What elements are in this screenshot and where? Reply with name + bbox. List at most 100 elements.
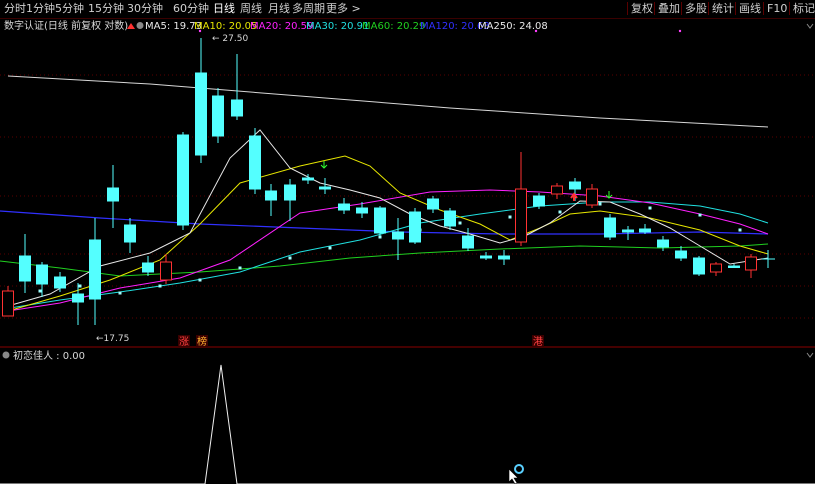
toolbar-button-3[interactable]: 统计	[711, 2, 735, 16]
toolbar-button-0[interactable]: 复权	[630, 2, 654, 16]
candle	[515, 152, 527, 246]
candle	[728, 264, 740, 268]
ma-legend-3: MA30: 20.91	[306, 21, 369, 32]
settings-icon[interactable]	[136, 22, 144, 29]
loading-spinner-icon	[514, 464, 524, 474]
ma30-marker	[458, 221, 462, 225]
indicator-title: 数字认证(日线 前复权 对数)	[4, 19, 128, 32]
timeframe-tab-4[interactable]: 30分钟	[127, 2, 163, 16]
event-dot	[198, 29, 202, 33]
candle	[392, 218, 404, 260]
candle	[124, 218, 136, 253]
timeframe-tab-1[interactable]: 1分钟	[26, 2, 55, 16]
timeframe-tab-2[interactable]: 5分钟	[55, 2, 84, 16]
candle	[462, 228, 474, 251]
candle	[745, 254, 757, 278]
ma20-line	[7, 189, 769, 312]
toolbar-button-2[interactable]: 多股	[684, 2, 708, 16]
timeframe-tab-7[interactable]: 周线	[240, 2, 262, 16]
toolbar-button-6[interactable]: 标记	[792, 2, 815, 16]
timeframe-tab-3[interactable]: 15分钟	[88, 2, 124, 16]
toolbar-separator	[627, 2, 628, 15]
candle	[36, 262, 48, 297]
toolbar-separator	[708, 2, 709, 15]
candle	[54, 272, 66, 292]
candle	[710, 262, 722, 276]
ma250-line	[7, 75, 769, 128]
candle	[195, 38, 207, 163]
toolbar-separator	[789, 2, 790, 15]
candle	[444, 208, 456, 230]
candle	[480, 252, 492, 260]
event-badge-label: 涨	[179, 336, 189, 348]
ma60-line	[0, 243, 769, 277]
candle	[319, 178, 331, 194]
toolbar-separator	[735, 2, 736, 15]
settings-icon[interactable]	[2, 351, 10, 359]
candle	[675, 246, 687, 261]
indicator-line	[0, 364, 815, 484]
candle	[249, 128, 261, 194]
timeframe-tab-6[interactable]: 日线	[213, 2, 235, 16]
candle	[231, 54, 243, 120]
toolbar-button-5[interactable]: F10	[766, 2, 788, 16]
indicator-legend: 初恋佳人 : 0.00	[13, 349, 85, 362]
toolbar-button-1[interactable]: 叠加	[657, 2, 681, 16]
candle	[374, 206, 386, 236]
candle	[19, 234, 31, 293]
candle	[142, 256, 154, 276]
candle	[338, 198, 350, 214]
event-badge-label: 榜	[197, 335, 207, 348]
ma30-marker	[118, 291, 122, 295]
chart-toolbar: 分时 1分钟 5分钟 15分钟 30分钟 60分钟 日线 周线 月线 多周期 更多 > 复权 叠加 多股统…	[0, 0, 815, 19]
candle	[657, 236, 669, 251]
ma5-line	[7, 129, 769, 307]
candle	[2, 286, 14, 317]
ma30-marker	[598, 202, 602, 206]
candle	[639, 224, 651, 234]
ma30-marker	[38, 289, 42, 293]
toolbar-separator	[681, 2, 682, 15]
candle	[604, 214, 616, 240]
candle	[265, 184, 277, 216]
ma30-marker	[648, 206, 652, 210]
ma30-marker	[238, 266, 242, 270]
ma-legend-2: MA20: 20.59	[250, 21, 313, 32]
candle	[498, 250, 510, 265]
timeframe-tab-8[interactable]: 月线	[268, 2, 290, 16]
ma30-marker	[288, 256, 292, 260]
arrow-up-icon	[570, 192, 578, 201]
event-badge-label: 港	[533, 336, 543, 348]
timeframe-tab-10[interactable]: 更多 >	[326, 2, 361, 16]
ma30-marker	[158, 284, 162, 288]
event-dot	[534, 29, 538, 33]
ma30-marker	[508, 215, 512, 219]
indicator-subchart[interactable]: 初恋佳人 : 0.00	[0, 348, 815, 484]
chevron-down-icon[interactable]	[806, 23, 814, 29]
candle	[551, 183, 563, 199]
event-dot	[678, 29, 682, 33]
arrow-down-icon	[320, 161, 328, 169]
candle	[586, 184, 598, 208]
candle	[89, 218, 101, 325]
low-price-label: ←17.75	[96, 334, 129, 344]
toolbar-separator	[763, 2, 764, 15]
candle	[409, 208, 421, 244]
timeframe-tab-5[interactable]: 60分钟	[173, 2, 209, 16]
ma-legend-1: MA10: 20.05	[194, 21, 257, 32]
ma30-marker	[328, 246, 332, 250]
timeframe-tab-0[interactable]: 分时	[4, 2, 26, 16]
main-candlestick-chart[interactable]: 数字认证(日线 前复权 对数) MA5: 19.73MA10: 20.05MA20…	[0, 18, 815, 348]
toolbar-button-4[interactable]: 画线	[738, 2, 762, 16]
candle	[427, 196, 439, 213]
ma30-marker	[78, 284, 82, 288]
ma-legend-4: MA60: 20.29	[362, 21, 425, 32]
ma30-marker	[198, 278, 202, 282]
timeframe-tab-9[interactable]: 多周期	[292, 2, 325, 16]
toolbar-separator	[654, 2, 655, 15]
chevron-down-icon[interactable]	[806, 352, 814, 358]
high-price-label: ← 27.50	[212, 34, 248, 44]
candle	[212, 88, 224, 143]
ma30-marker	[698, 213, 702, 217]
candle	[177, 132, 189, 230]
